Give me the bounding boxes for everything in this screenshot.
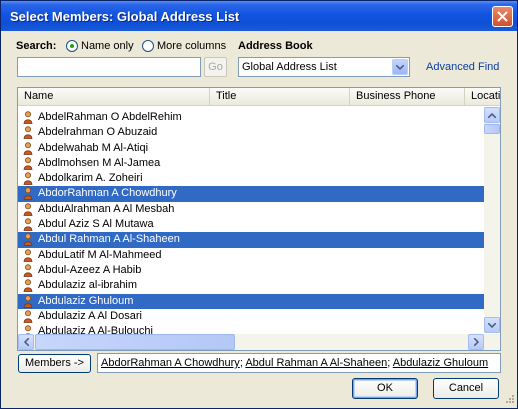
person-icon	[23, 310, 33, 323]
go-button[interactable]: Go	[204, 57, 227, 77]
list-item[interactable]: Abdulaziz A Al Dosari	[18, 309, 486, 324]
person-icon	[23, 279, 33, 293]
window-title: Select Members: Global Address List	[10, 9, 240, 24]
chevron-down-icon	[396, 64, 404, 70]
contact-name: AbduLatif M Al-Mahmeed	[38, 248, 162, 261]
contact-name: Abdulaziz A Al Dosari	[38, 309, 142, 322]
vertical-scroll-thumb[interactable]	[484, 124, 500, 134]
member-entry[interactable]: Abdul Rahman A Al-Shaheen	[245, 357, 387, 369]
person-icon	[23, 157, 33, 170]
person-icon	[23, 218, 33, 231]
scroll-up-button[interactable]	[484, 107, 500, 123]
person-icon	[23, 111, 33, 124]
list-item[interactable]: Abdelrahman O Abuzaid	[18, 125, 486, 140]
column-header-location[interactable]: Locatic	[465, 88, 500, 106]
list-rows: AbdelRahman O AbdelRehim Abdelrahman O Ab…	[18, 110, 486, 339]
members-field[interactable]: AbdorRahman A Chowdhury; Abdul Rahman A …	[97, 353, 501, 373]
cancel-button[interactable]: Cancel	[433, 378, 499, 399]
list-item[interactable]: AbdorRahman A Chowdhury	[18, 186, 486, 202]
person-icon	[23, 141, 33, 155]
list-item[interactable]: AbdelRahman O AbdelRehim	[18, 110, 486, 125]
person-icon	[23, 126, 33, 140]
contact-name: Abdlmohsen M Al-Jamea	[38, 156, 161, 169]
list-item[interactable]: Abdelwahab M Al-Atiqi	[18, 141, 486, 156]
chevron-up-icon	[488, 112, 496, 118]
contact-name: Abdulaziz al-ibrahim	[38, 279, 138, 292]
contact-name: AbdorRahman A Chowdhury	[38, 187, 177, 200]
radio-more-columns-label[interactable]: More columns	[157, 40, 226, 52]
vertical-scrollbar[interactable]	[484, 107, 500, 333]
column-header-business-phone[interactable]: Business Phone	[350, 88, 465, 106]
members-button[interactable]: Members ->	[18, 354, 91, 373]
contact-name: Abdul-Azeez A Habib	[38, 263, 142, 276]
list-item[interactable]: AbduAlrahman A Al Mesbah	[18, 202, 486, 217]
close-button[interactable]	[492, 6, 513, 27]
radio-more-columns[interactable]	[142, 40, 154, 52]
chevron-left-icon	[23, 338, 29, 346]
scroll-left-button[interactable]	[18, 334, 34, 350]
close-icon	[497, 11, 508, 22]
contact-name: Abdulaziz Ghuloum	[38, 294, 134, 307]
dialog-body: Search: Name only More columns Address B…	[1, 31, 517, 408]
list-item[interactable]: Abdlmohsen M Al-Jamea	[18, 156, 486, 171]
list-item[interactable]: AbduLatif M Al-Mahmeed	[18, 248, 486, 263]
select-members-dialog: Select Members: Global Address List Sear…	[0, 0, 518, 409]
contact-name: Abdelrahman O Abuzaid	[38, 126, 158, 139]
column-header-name[interactable]: Name	[18, 88, 210, 106]
person-icon	[23, 248, 33, 262]
scroll-right-button[interactable]	[468, 334, 484, 350]
member-entry[interactable]: Abdulaziz Ghuloum	[393, 357, 488, 369]
person-icon	[23, 233, 33, 247]
chevron-right-icon	[473, 338, 479, 346]
person-icon	[23, 172, 33, 186]
contact-name: Abdul Aziz S Al Mutawa	[38, 218, 154, 231]
member-entry[interactable]: AbdorRahman A Chowdhury	[101, 357, 240, 369]
list-item[interactable]: Abdul Aziz S Al Mutawa	[18, 217, 486, 232]
chevron-down-icon	[488, 322, 496, 328]
address-list[interactable]: Name Title Business Phone Locatic AbdelR…	[17, 87, 501, 351]
advanced-find-link[interactable]: Advanced Find	[426, 61, 499, 73]
contact-name: Abdelwahab M Al-Atiqi	[38, 141, 149, 154]
radio-name-only[interactable]	[66, 40, 78, 52]
contact-name: Abdolkarim A. Zoheiri	[38, 172, 143, 185]
address-book-select[interactable]: Global Address List	[238, 57, 410, 77]
search-input[interactable]	[17, 57, 201, 77]
horizontal-scroll-thumb[interactable]	[35, 334, 235, 350]
address-book-label: Address Book	[238, 40, 313, 52]
dropdown-button[interactable]	[392, 59, 408, 75]
address-book-selected: Global Address List	[242, 61, 337, 73]
resize-grip-icon[interactable]	[503, 394, 515, 406]
list-item[interactable]: Abdulaziz Ghuloum	[18, 293, 486, 309]
list-item[interactable]: Abdolkarim A. Zoheiri	[18, 171, 486, 186]
list-header: Name Title Business Phone Locatic	[18, 88, 500, 106]
horizontal-scrollbar[interactable]	[18, 334, 500, 350]
search-label: Search:	[16, 40, 57, 52]
list-item[interactable]: Abdulaziz al-ibrahim	[18, 278, 486, 293]
title-bar[interactable]: Select Members: Global Address List	[1, 1, 517, 31]
contact-name: AbduAlrahman A Al Mesbah	[38, 202, 175, 215]
list-item[interactable]: Abdul Rahman A Al-Shaheen	[18, 232, 486, 248]
column-header-title[interactable]: Title	[210, 88, 350, 106]
contact-name: AbdelRahman O AbdelRehim	[38, 111, 182, 123]
list-item[interactable]: Abdul-Azeez A Habib	[18, 263, 486, 278]
scroll-down-button[interactable]	[484, 317, 500, 333]
radio-name-only-label[interactable]: Name only	[81, 40, 134, 52]
person-icon	[23, 187, 33, 201]
person-icon	[23, 203, 33, 216]
person-icon	[23, 264, 33, 277]
contact-name: Abdul Rahman A Al-Shaheen	[38, 233, 180, 246]
ok-button[interactable]: OK	[352, 378, 418, 399]
person-icon	[23, 294, 33, 308]
